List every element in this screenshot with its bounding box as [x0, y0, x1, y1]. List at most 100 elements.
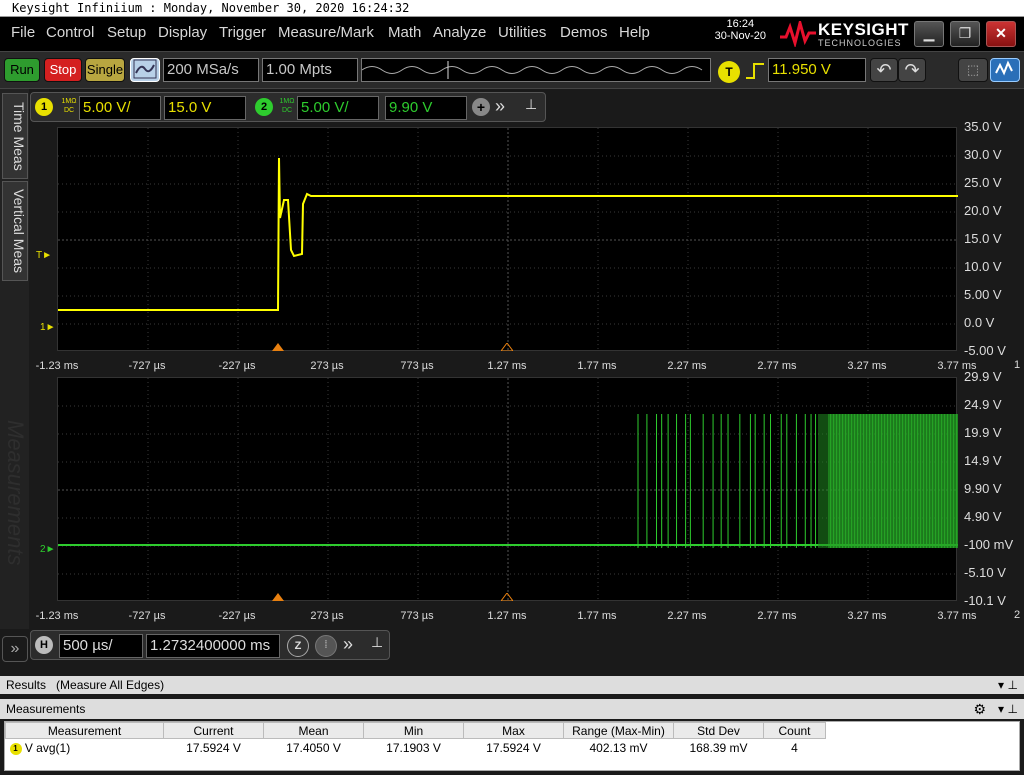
waveform-mode-button[interactable]	[990, 58, 1020, 82]
menu-bar: File Control Setup Display Trigger Measu…	[0, 17, 1024, 51]
sample-rate-field[interactable]: 200 MSa/s	[163, 58, 259, 82]
col-min[interactable]: Min	[363, 722, 464, 739]
measurements-dropdown-icon[interactable]: ▾	[998, 699, 1004, 719]
channel1-ground-marker[interactable]: 1►	[40, 322, 55, 333]
tab-vertical-meas[interactable]: Vertical Meas	[2, 181, 28, 281]
horizontal-badge[interactable]: H	[35, 636, 53, 654]
table-row[interactable]: 1 V avg(1) 17.5924 V 17.4050 V 17.1903 V…	[6, 739, 826, 757]
gear-icon[interactable]: ⚙	[973, 699, 986, 719]
plot1-index: 1	[1014, 359, 1021, 371]
channel1-scale-field[interactable]: 5.00 V/	[79, 96, 161, 120]
redo-button[interactable]: ↷	[898, 58, 926, 82]
trigger-badge[interactable]: T	[718, 61, 740, 83]
pin-button[interactable]: ⊥	[371, 634, 383, 651]
channel2-grid	[58, 378, 958, 602]
expand-horizontal-button[interactable]: »	[343, 634, 353, 655]
channel1-badge[interactable]: 1	[35, 98, 53, 116]
single-button[interactable]: Single	[85, 58, 125, 82]
maximize-button[interactable]: ❐	[950, 21, 980, 47]
menu-trigger[interactable]: Trigger	[219, 24, 266, 41]
y-tick-label: 19.9 V	[964, 425, 1002, 440]
pin-button[interactable]: ⊥	[525, 96, 537, 113]
measurements-table: Measurement Current Mean Min Max Range (…	[4, 721, 1020, 771]
segment-button[interactable]: ⁞	[315, 635, 337, 657]
expand-channels-button[interactable]: »	[495, 96, 505, 117]
horizontal-position-field[interactable]: 1.2732400000 ms	[146, 634, 280, 658]
results-bar[interactable]: Results (Measure All Edges) ▾ ⊥	[0, 676, 1024, 694]
pin-icon[interactable]: ⊥	[1008, 676, 1018, 694]
pointer-icon: ⬚	[966, 62, 980, 77]
time-reference-icon[interactable]	[501, 593, 513, 601]
trigger-level-marker[interactable]: T►	[36, 250, 52, 261]
pin-icon: ⊥	[371, 634, 384, 650]
menu-measure-mark[interactable]: Measure/Mark	[278, 24, 374, 41]
channel1-offset-field[interactable]: 15.0 V	[164, 96, 246, 120]
rising-edge-icon[interactable]	[744, 60, 766, 82]
col-std-dev[interactable]: Std Dev	[673, 722, 764, 739]
pointer-mode-button[interactable]: ⬚	[958, 58, 988, 82]
pin-icon[interactable]: ⊥	[1008, 699, 1018, 719]
trigger-level-field[interactable]: 11.950 V	[768, 58, 866, 82]
results-label: Results	[6, 678, 47, 692]
channel2-plot[interactable]	[57, 377, 958, 602]
horizontal-scale-field[interactable]: 500 µs/	[59, 634, 143, 658]
stop-button[interactable]: Stop	[44, 58, 82, 82]
window-title: Keysight Infiniium : Monday, November 30…	[0, 0, 1024, 17]
results-dropdown-icon[interactable]: ▾	[998, 676, 1004, 694]
menu-control[interactable]: Control	[46, 24, 94, 41]
menu-display[interactable]: Display	[158, 24, 207, 41]
col-max[interactable]: Max	[463, 722, 564, 739]
side-expand-button[interactable]: »	[2, 636, 28, 662]
channel1-coupling[interactable]: 1MΩ DC	[59, 97, 79, 115]
y-tick-label: 4.90 V	[964, 509, 1002, 524]
col-measurement[interactable]: Measurement	[5, 722, 164, 739]
meas-min: 17.1903 V	[386, 740, 441, 755]
run-button[interactable]: Run	[4, 58, 40, 82]
meas-std-dev: 168.39 mV	[689, 740, 748, 755]
zoom-button[interactable]: Z	[287, 635, 309, 657]
channel2-coupling[interactable]: 1MΩ DC	[277, 97, 297, 115]
tab-time-meas[interactable]: Time Meas	[2, 93, 28, 179]
autoscale-button[interactable]	[130, 58, 160, 82]
x-tick-label: 273 µs	[310, 360, 344, 372]
channel-bar: 1 1MΩ DC 5.00 V/ 15.0 V 2 1MΩ DC 5.00 V/…	[30, 92, 546, 122]
undo-button[interactable]: ↶	[870, 58, 898, 82]
waveform-mode-icon	[995, 60, 1013, 76]
add-channel-button[interactable]: +	[472, 98, 490, 116]
col-mean[interactable]: Mean	[263, 722, 364, 739]
waveform-overview[interactable]	[361, 58, 711, 82]
x-tick-label: -1.23 ms	[35, 610, 79, 622]
y-tick-label: 20.0 V	[964, 203, 1002, 218]
memory-depth-field[interactable]: 1.00 Mpts	[262, 58, 358, 82]
x-tick-label: 2.77 ms	[757, 360, 797, 372]
channel2-badge[interactable]: 2	[255, 98, 273, 116]
close-button[interactable]: ✕	[986, 21, 1016, 47]
y-tick-label: 15.0 V	[964, 231, 1002, 246]
channel1-plot[interactable]	[57, 127, 958, 352]
menu-demos[interactable]: Demos	[560, 24, 608, 41]
col-range[interactable]: Range (Max-Min)	[563, 722, 674, 739]
trigger-position-icon[interactable]	[272, 593, 284, 601]
minimize-button[interactable]: ▁	[914, 21, 944, 47]
table-header-row: Measurement Current Mean Min Max Range (…	[5, 722, 826, 739]
channel2-scale-field[interactable]: 5.00 V/	[297, 96, 379, 120]
maximize-icon: ❐	[958, 25, 972, 41]
time-reference-icon[interactable]	[501, 343, 513, 351]
menu-utilities[interactable]: Utilities	[498, 24, 546, 41]
trigger-position-icon[interactable]	[272, 343, 284, 351]
channel2-offset-field[interactable]: 9.90 V	[385, 96, 467, 120]
close-icon: ✕	[995, 25, 1007, 41]
menu-help[interactable]: Help	[619, 24, 650, 41]
menu-analyze[interactable]: Analyze	[433, 24, 486, 41]
channel2-ground-marker[interactable]: 2►	[40, 544, 55, 555]
menu-file[interactable]: File	[11, 24, 35, 41]
col-count[interactable]: Count	[763, 722, 826, 739]
menu-math[interactable]: Math	[388, 24, 421, 41]
minimize-icon: ▁	[923, 25, 935, 41]
menu-setup[interactable]: Setup	[107, 24, 146, 41]
y-tick-label: 25.0 V	[964, 175, 1002, 190]
col-current[interactable]: Current	[163, 722, 264, 739]
x-tick-label: 2.27 ms	[667, 360, 707, 372]
horizontal-bar: H 500 µs/ 1.2732400000 ms Z ⁞ » ⊥	[30, 630, 390, 660]
x-tick-label: 1.77 ms	[577, 360, 617, 372]
